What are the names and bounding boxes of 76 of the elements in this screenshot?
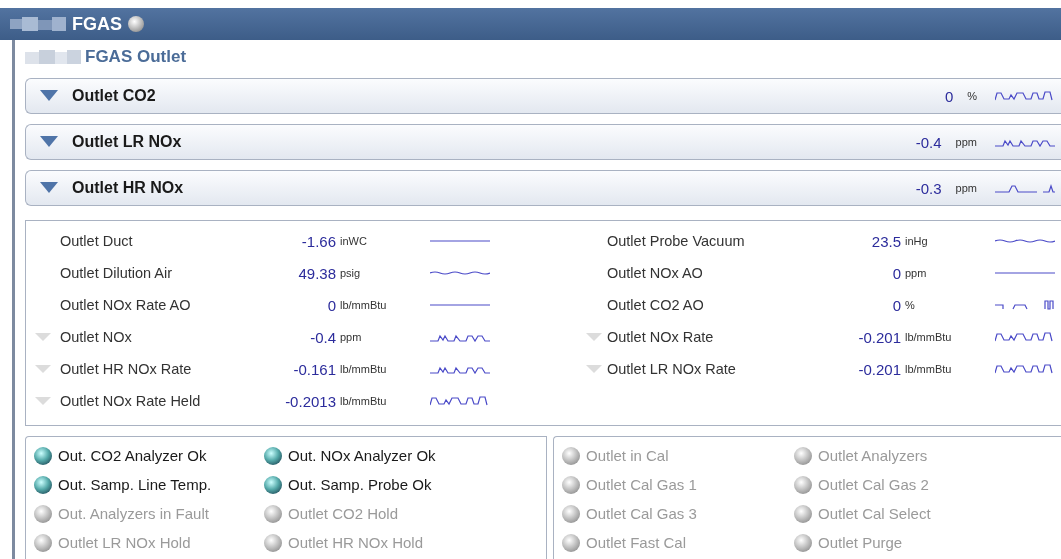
- status-label: Outlet Cal Gas 2: [818, 476, 929, 493]
- status-label: Out. Samp. Probe Ok: [288, 476, 432, 493]
- sparkline: [430, 395, 490, 407]
- expand-icon[interactable]: [586, 365, 602, 373]
- reading-label: Outlet NOx Rate Held: [60, 393, 202, 409]
- sparkline: [995, 90, 1055, 102]
- expand-icon[interactable]: [35, 397, 51, 405]
- status-label: Outlet CO2 Hold: [288, 505, 399, 522]
- status-label: Out. NOx Analyzer Ok: [288, 447, 436, 464]
- reading-value: 23.5: [870, 232, 902, 250]
- reading-label: Outlet NOx: [60, 329, 133, 345]
- reading-label: Outlet NOx Rate AO: [60, 297, 192, 313]
- reading-label: Outlet Dilution Air: [60, 265, 174, 281]
- reading-label: Outlet NOx Rate: [607, 329, 715, 345]
- status-label: Out. CO2 Analyzer Ok: [58, 447, 207, 464]
- status-label: Outlet in Cal: [586, 447, 669, 464]
- status-label: Out. Samp. Line Temp.: [58, 476, 212, 493]
- reading-unit: ppm: [905, 267, 928, 279]
- reading-value: -1.66: [300, 232, 337, 250]
- reading-value: -0.201: [857, 360, 902, 378]
- status-label: Outlet HR NOx Hold: [288, 534, 424, 551]
- reading-unit: %: [905, 299, 916, 311]
- section-title: FGAS Outlet: [85, 47, 187, 67]
- reading-value: -0.161: [292, 360, 337, 378]
- reading-value: 0: [891, 296, 902, 314]
- reading-unit: ppm: [955, 182, 977, 194]
- reading-unit: lb/mmBtu: [340, 299, 388, 311]
- reading-unit: inWC: [340, 235, 368, 247]
- reading-label: Outlet HR NOx Rate: [60, 361, 193, 377]
- sparkline: [995, 182, 1055, 194]
- reading-value: 0: [326, 296, 337, 314]
- pixelated-label: [10, 17, 66, 31]
- reading-unit: %: [967, 90, 977, 102]
- group-header[interactable]: Outlet LR NOx -0.4 ppm: [25, 124, 1061, 160]
- reading-value: -0.2013: [284, 392, 337, 410]
- sparkline: [995, 331, 1055, 343]
- status-label: Outlet Analyzers: [818, 447, 928, 464]
- reading-unit: lb/mmBtu: [340, 363, 388, 375]
- group-header[interactable]: Outlet CO2 0 %: [25, 78, 1061, 114]
- reading-label: Outlet Duct: [60, 233, 134, 249]
- reading-unit: psig: [340, 267, 362, 279]
- group-title: Outlet CO2: [72, 87, 157, 105]
- status-label: Outlet LR NOx Hold: [58, 534, 191, 551]
- status-label: Outlet Purge: [818, 534, 903, 551]
- status-label: Outlet Cal Gas 1: [586, 476, 697, 493]
- reading-label: Outlet Probe Vacuum: [607, 233, 746, 249]
- sparkline: [995, 363, 1055, 375]
- window-title: FGAS: [72, 13, 122, 35]
- expand-icon[interactable]: [586, 333, 602, 341]
- reading-unit: lb/mmBtu: [340, 395, 388, 407]
- reading-value: -0.201: [857, 328, 902, 346]
- status-label: Out. Analyzers in Fault: [58, 505, 209, 522]
- status-label: Outlet Cal Gas 3: [586, 505, 697, 522]
- reading-unit: ppm: [955, 136, 977, 148]
- reading-value: 0: [891, 264, 902, 282]
- reading-value: -0.4: [309, 328, 337, 346]
- reading-unit: inHg: [905, 235, 929, 247]
- sparkline: [995, 299, 1055, 311]
- reading-unit: lb/mmBtu: [905, 331, 953, 343]
- reading-label: Outlet NOx AO: [607, 265, 704, 281]
- reading-value: 0: [944, 87, 954, 105]
- reading-unit: lb/mmBtu: [905, 363, 953, 375]
- reading-value: 49.38: [297, 264, 337, 282]
- group-title: Outlet HR NOx: [72, 179, 185, 197]
- expand-icon[interactable]: [35, 365, 51, 373]
- group-header[interactable]: Outlet HR NOx -0.3 ppm: [25, 170, 1061, 206]
- reading-value: -0.3: [915, 179, 942, 197]
- reading-unit: ppm: [340, 331, 363, 343]
- reading-label: Outlet CO2 AO: [607, 297, 705, 313]
- reading-value: -0.4: [915, 133, 942, 151]
- expand-icon[interactable]: [35, 333, 51, 341]
- group-title: Outlet LR NOx: [72, 133, 183, 151]
- reading-label: Outlet LR NOx Rate: [607, 361, 737, 377]
- pixelated-label: [25, 50, 81, 64]
- status-label: Outlet Cal Select: [818, 505, 931, 522]
- status-label: Outlet Fast Cal: [586, 534, 687, 551]
